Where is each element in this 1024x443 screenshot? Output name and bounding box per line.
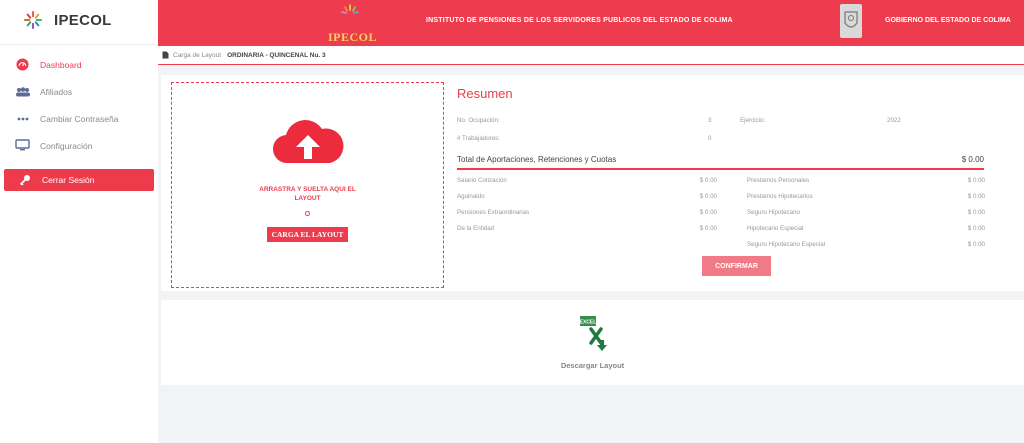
prestamos-hipotecarios-label: Prestamos Hipotecarios: [747, 193, 813, 200]
sidebar: IPECOL Dashboard Afiliados Cambiar Contr…: [0, 0, 158, 443]
dashboard-icon: [14, 58, 31, 71]
top-header: IPECOL INSTITUTO DE PENSIONES DE LOS SER…: [158, 0, 1024, 46]
sidebar-item-label: Configuración: [40, 140, 93, 151]
salario-cotizacion-value: $ 0.00: [699, 177, 717, 184]
state-seal-icon: [840, 4, 862, 38]
total-value: $ 0.00: [961, 155, 984, 164]
sidebar-item-label: Cambiar Contraseña: [40, 113, 119, 124]
summary-panel: Resumen No. Ocupación: 3 Ejercicio: 2022…: [451, 75, 1024, 291]
key-icon: [16, 174, 33, 186]
sidebar-item-afiliados[interactable]: Afiliados: [0, 78, 158, 105]
summary-title: Resumen: [457, 86, 513, 101]
excel-download-icon[interactable]: EXCEL: [572, 313, 614, 355]
password-icon: [14, 117, 31, 121]
sidebar-item-cambiar-contrasena[interactable]: Cambiar Contraseña: [0, 105, 158, 132]
logout-label: Cerrar Sesión: [42, 175, 95, 185]
logout-button[interactable]: Cerrar Sesión: [4, 169, 154, 191]
ipecol-header-logo-icon: [341, 4, 359, 14]
sidebar-item-label: Afiliados: [40, 86, 73, 97]
header-government: GOBIERNO DEL ESTADO DE COLIMA: [885, 17, 1011, 24]
seguro-hipotecario-especial-label: Seguro Hipotecario Especial: [747, 241, 826, 248]
sidebar-item-configuracion[interactable]: Configuración: [0, 132, 158, 159]
prestamos-hipotecarios-value: $ 0.00: [967, 193, 985, 200]
app-logo[interactable]: IPECOL: [0, 0, 158, 40]
de-la-entidad-value: $ 0.00: [699, 225, 717, 232]
trabajadores-value: 0: [708, 135, 712, 142]
ejercicio-value: 2022: [887, 117, 901, 124]
app-root: IPECOL Dashboard Afiliados Cambiar Contr…: [0, 0, 1024, 443]
sidebar-nav: Dashboard Afiliados Cambiar Contraseña C…: [0, 51, 158, 191]
ipecol-logo-icon: [24, 11, 42, 29]
or-separator: O: [304, 211, 311, 218]
header-title: INSTITUTO DE PENSIONES DE LOS SERVIDORES…: [426, 17, 733, 24]
layout-dropzone[interactable]: ARRASTRA Y SUELTA AQUI EL LAYOUT O CARGA…: [171, 82, 444, 288]
upload-panel: ARRASTRA Y SUELTA AQUI EL LAYOUT O CARGA…: [161, 75, 451, 291]
upload-layout-button[interactable]: CARGA EL LAYOUT: [266, 227, 349, 242]
breadcrumb-current: ORDINARIA - QUINCENAL Nu. 3: [227, 51, 326, 59]
drop-instructions: ARRASTRA Y SUELTA AQUI EL LAYOUT: [259, 186, 356, 202]
app-name: IPECOL: [54, 11, 112, 29]
pensiones-extraordinarias-value: $ 0.00: [699, 209, 717, 216]
excel-icon-label: EXCEL: [579, 320, 596, 326]
no-ocupacion-label: No. Ocupación:: [457, 117, 500, 124]
monitor-icon: [14, 139, 31, 152]
seguro-hipotecario-especial-value: $ 0.00: [967, 241, 985, 248]
total-label: Total de Aportaciones, Retenciones y Cuo…: [457, 155, 617, 164]
aguinaldo-value: $ 0.00: [699, 193, 717, 200]
confirm-button[interactable]: CONFIRMAR: [702, 256, 771, 276]
cloud-upload-icon: [272, 120, 343, 164]
breadcrumb-parent[interactable]: Carga de Layout: [173, 52, 221, 59]
total-divider: [457, 168, 984, 170]
trabajadores-label: # Trabajadores:: [457, 135, 500, 142]
hipotecario-especial-label: Hipotecario Especial: [747, 225, 804, 232]
sidebar-item-dashboard[interactable]: Dashboard: [0, 51, 158, 78]
seguro-hipotecario-label: Seguro Hipotecario: [747, 209, 800, 216]
users-icon: [14, 86, 31, 97]
sidebar-divider: [0, 44, 158, 45]
no-ocupacion-value: 3: [708, 117, 712, 124]
salario-cotizacion-label: Salario Cotización: [457, 177, 507, 184]
de-la-entidad-label: De la Entidad: [457, 225, 495, 232]
download-panel: EXCEL Descargar Layout: [161, 300, 1024, 385]
pensiones-extraordinarias-label: Pensiones Extraordinarias: [457, 209, 530, 216]
breadcrumb: Carga de Layout ORDINARIA - QUINCENAL Nu…: [158, 46, 1024, 65]
download-layout-link[interactable]: Descargar Layout: [561, 361, 624, 370]
document-icon: [162, 51, 169, 59]
prestamos-personales-value: $ 0.00: [967, 177, 985, 184]
ejercicio-label: Ejercicio:: [740, 117, 766, 124]
header-logo-text: IPECOL: [328, 30, 378, 44]
sidebar-item-label: Dashboard: [40, 59, 82, 70]
aguinaldo-label: Aguinaldo: [457, 193, 485, 200]
header-logo: IPECOL: [328, 3, 377, 45]
seguro-hipotecario-value: $ 0.00: [967, 209, 985, 216]
prestamos-personales-label: Prestamos Personales: [747, 177, 810, 184]
hipotecario-especial-value: $ 0.00: [967, 225, 985, 232]
